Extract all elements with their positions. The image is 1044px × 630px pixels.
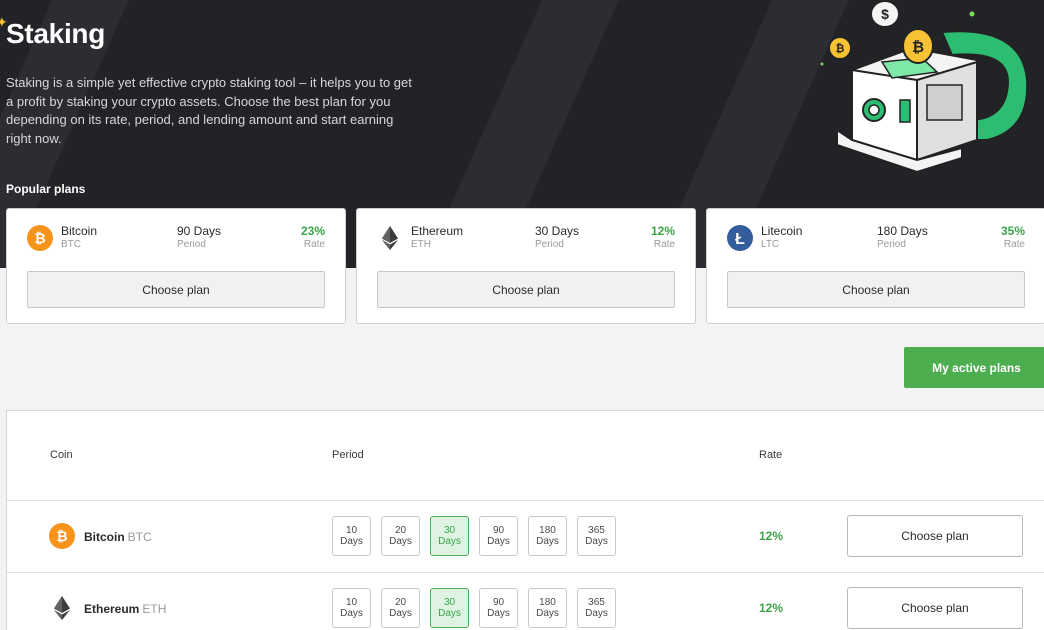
choose-plan-button[interactable]: Choose plan: [377, 271, 675, 308]
row-rate: 12%: [759, 529, 784, 543]
plan-rate-value: 35%: [1000, 224, 1025, 238]
svg-text:₿: ₿: [34, 230, 45, 246]
row-coin: Ethereum ETH: [84, 602, 166, 616]
bitcoin-icon: ₿: [27, 225, 53, 251]
ethereum-icon: [54, 596, 70, 620]
period-option-180[interactable]: 180 Days: [528, 516, 567, 556]
period-selector: 10 Days 20 Days 30 Days 90 Days 180 Days 365 D…: [332, 516, 616, 556]
row-coin-symbol: ETH: [142, 602, 167, 616]
row-coin-symbol: BTC: [127, 530, 152, 544]
page-title: Staking: [6, 18, 106, 49]
litecoin-icon: Ł: [727, 225, 753, 251]
plan-rate-label: Rate: [303, 239, 325, 250]
period-unit: Days: [536, 536, 559, 547]
period-number: 365: [588, 525, 605, 536]
row-coin-name: Ethereum: [84, 602, 140, 616]
period-number: 20: [394, 597, 407, 608]
period-unit: Days: [536, 608, 559, 619]
period-number: 30: [443, 597, 456, 608]
period-option-30-selected[interactable]: 30 Days: [430, 516, 469, 556]
period-number: 20: [394, 525, 407, 536]
plan-coin-symbol: LTC: [761, 239, 780, 250]
period-option-20[interactable]: 20 Days: [381, 516, 420, 556]
page-description: Staking is a simple yet effective crypto…: [6, 75, 412, 146]
period-number: 180: [539, 525, 556, 536]
plan-period-label: Period: [177, 239, 206, 250]
svg-text:₿: ₿: [836, 43, 845, 55]
choose-plan-button[interactable]: Choose plan: [847, 587, 1023, 629]
period-number: 10: [345, 525, 358, 536]
bitcoin-icon: ₿: [49, 523, 75, 549]
popular-plans-heading: Popular plans: [6, 182, 86, 196]
period-number: 90: [492, 525, 505, 536]
choose-plan-button[interactable]: Choose plan: [27, 271, 325, 308]
plan-rate-label: Rate: [1003, 239, 1025, 250]
period-unit: Days: [585, 536, 608, 547]
plan-rate-value: 23%: [300, 224, 325, 238]
period-unit: Days: [340, 608, 363, 619]
column-header-rate: Rate: [759, 449, 783, 461]
period-unit: Days: [438, 608, 461, 619]
plan-coin-symbol: BTC: [61, 239, 81, 250]
ethereum-icon: [382, 226, 398, 250]
popular-plan-card-litecoin: Ł Litecoin LTC 180 Days Period 35% Rate …: [706, 208, 1044, 324]
safe-illustration-icon: $ ₿ ₿: [820, 0, 1029, 174]
period-unit: Days: [438, 536, 461, 547]
period-number: 365: [588, 597, 605, 608]
period-option-365[interactable]: 365 Days: [577, 516, 616, 556]
plan-rate-label: Rate: [653, 239, 675, 250]
period-option-90[interactable]: 90 Days: [479, 516, 518, 556]
column-header-coin: Coin: [50, 449, 73, 461]
plan-period-label: Period: [535, 239, 564, 250]
period-unit: Days: [487, 536, 510, 547]
period-option-30-selected[interactable]: 30 Days: [430, 588, 469, 628]
plan-coin-symbol: ETH: [411, 239, 431, 250]
period-option-10[interactable]: 10 Days: [332, 516, 371, 556]
period-unit: Days: [389, 536, 412, 547]
period-selector: 10 Days 20 Days 30 Days 90 Days 180 Days 365 D…: [332, 588, 616, 628]
period-number: 90: [492, 597, 505, 608]
plan-period-value: 30 Days: [535, 224, 580, 238]
period-option-180[interactable]: 180 Days: [528, 588, 567, 628]
period-unit: Days: [585, 608, 608, 619]
coin-dollar-icon: $: [870, 0, 900, 28]
svg-text:₿: ₿: [56, 528, 67, 544]
staking-plans-table: Coin Period Rate ₿ Bitcoin BTC 10 Days 20 D…: [6, 410, 1044, 630]
period-unit: Days: [389, 608, 412, 619]
coin-bitcoin-small-icon: ₿: [828, 36, 852, 60]
period-option-20[interactable]: 20 Days: [381, 588, 420, 628]
table-row: ₿ Bitcoin BTC 10 Days 20 Days 30 Days 90 Days…: [7, 500, 1044, 572]
svg-text:₿: ₿: [912, 39, 924, 56]
period-number: 180: [539, 597, 556, 608]
popular-plan-card-bitcoin: ₿ Bitcoin BTC 90 Days Period 23% Rate Ch…: [6, 208, 346, 324]
svg-text:$: $: [881, 6, 889, 22]
choose-plan-button[interactable]: Choose plan: [847, 515, 1023, 557]
table-row: Ethereum ETH 10 Days 20 Days 30 Days 90 Days …: [7, 572, 1044, 630]
plan-rate-value: 12%: [650, 224, 675, 238]
column-header-period: Period: [332, 449, 364, 461]
period-unit: Days: [340, 536, 363, 547]
row-rate: 12%: [759, 601, 784, 615]
period-option-90[interactable]: 90 Days: [479, 588, 518, 628]
my-active-plans-button[interactable]: My active plans: [904, 347, 1044, 388]
period-number: 10: [345, 597, 358, 608]
period-option-10[interactable]: 10 Days: [332, 588, 371, 628]
period-option-365[interactable]: 365 Days: [577, 588, 616, 628]
plan-coin-name: Litecoin: [761, 224, 803, 238]
plan-period-value: 90 Days: [177, 224, 222, 238]
plan-coin-name: Ethereum: [411, 224, 464, 238]
plan-period-label: Period: [877, 239, 906, 250]
row-coin-name: Bitcoin: [84, 530, 125, 544]
period-unit: Days: [487, 608, 510, 619]
svg-text:Ł: Ł: [735, 231, 745, 248]
plan-period-value: 180 Days: [877, 224, 928, 238]
choose-plan-button[interactable]: Choose plan: [727, 271, 1025, 308]
row-coin: Bitcoin BTC: [84, 530, 152, 544]
period-number: 30: [443, 525, 456, 536]
popular-plan-card-ethereum: Ethereum ETH 30 Days Period 12% Rate Cho…: [356, 208, 696, 324]
plan-coin-name: Bitcoin: [61, 224, 98, 238]
